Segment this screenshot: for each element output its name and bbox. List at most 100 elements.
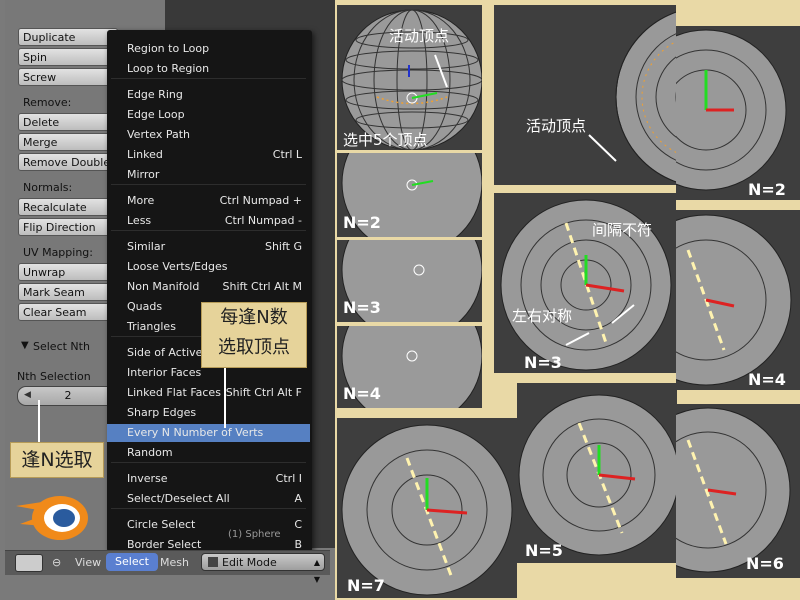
collapse-triangle-icon[interactable]: ▼ (21, 340, 29, 351)
menu-item-non-manifold[interactable]: Non Manifold Shift Ctrl Alt M (107, 278, 310, 296)
tile-top-n4-right: N=4 (676, 210, 800, 390)
editor-type-button[interactable] (15, 554, 43, 572)
select-menu[interactable]: Select (106, 553, 158, 571)
uv-mapping-section-label: UV Mapping: (23, 246, 93, 259)
nth-selection-label: Nth Selection (17, 370, 91, 383)
menu-item-linked-flat-faces[interactable]: Linked Flat Faces Shift Ctrl Alt F (107, 384, 310, 402)
dropdown-arrow-icon: ▲ ▼ (313, 558, 320, 584)
menu-item-every-n-number-of-verts[interactable]: Every N Number of Verts (107, 424, 310, 442)
menu-item-region-to-loop[interactable]: Region to Loop (107, 40, 310, 58)
menu-item-label: Non Manifold (127, 280, 200, 293)
tile-top-n7: N=7 (337, 418, 517, 598)
every-n-menu-callout: 每逢N数 选取顶点 (201, 302, 307, 368)
menu-item-shortcut: Ctrl Numpad + (219, 194, 302, 207)
five-selected-label: 选中5个顶点 (343, 131, 428, 149)
menu-item-edge-ring[interactable]: Edge Ring (107, 86, 310, 104)
mesh-menu[interactable]: Mesh (160, 556, 189, 569)
menu-item-label: Quads (127, 300, 163, 313)
decrement-arrow-icon[interactable]: ◀ (24, 387, 31, 404)
tile-side-n4: N=4 (337, 326, 482, 408)
menu-item-label: Mirror (127, 168, 160, 181)
flip-direction-button[interactable]: Flip Direction (18, 218, 118, 236)
menu-item-vertex-path[interactable]: Vertex Path (107, 126, 310, 144)
sphere-top-icon (518, 394, 677, 556)
menu-item-loop-to-region[interactable]: Loop to Region (107, 60, 310, 78)
menu-item-linked[interactable]: Linked Ctrl L (107, 146, 310, 164)
symmetric-label: 左右对称 (512, 307, 573, 325)
menu-item-shortcut: Ctrl I (275, 472, 302, 485)
n3-label: N=3 (343, 298, 381, 317)
delete-button[interactable]: Delete (18, 113, 118, 131)
n4-label: N=4 (343, 384, 381, 403)
menu-item-shortcut: Shift Ctrl Alt F (225, 386, 302, 399)
merge-button[interactable]: Merge (18, 133, 118, 151)
unwrap-button[interactable]: Unwrap (18, 263, 118, 281)
tile-top-n5: N=5 (517, 383, 677, 563)
tile-top-n6-right: N=6 (676, 404, 800, 578)
nth-selection-field[interactable]: ◀ 2 (17, 386, 119, 406)
mode-label: Edit Mode (222, 556, 277, 569)
remove-doubles-button[interactable]: Remove Doubles (18, 153, 118, 171)
screw-button[interactable]: Screw (18, 68, 118, 86)
callout-line-1: 每逢N数 (220, 307, 288, 328)
blender-logo-icon (16, 496, 88, 540)
menu-item-label: Every N Number of Verts (127, 426, 264, 439)
sphere-top-icon (588, 11, 676, 183)
menu-item-label: Linked Flat Faces (127, 386, 221, 399)
callout-line-2: 选取顶点 (218, 337, 290, 358)
remove-section-label: Remove: (23, 96, 72, 109)
duplicate-button[interactable]: Duplicate (18, 28, 118, 46)
menu-item-label: Edge Loop (127, 108, 185, 121)
blender-left-panel: Duplicate Spin Screw Remove: Delete Merg… (0, 0, 335, 600)
callout-pointer-line (38, 400, 40, 444)
menu-item-random[interactable]: Random (107, 444, 310, 462)
edit-mode-icon (208, 557, 218, 567)
view-menu[interactable]: View (75, 556, 101, 569)
spin-button[interactable]: Spin (18, 48, 118, 66)
menu-item-label: Loop to Region (127, 62, 210, 75)
n2-label-right: N=2 (748, 180, 786, 199)
menu-item-label: Vertex Path (127, 128, 191, 141)
clear-seam-button[interactable]: Clear Seam (18, 303, 118, 321)
normals-section-label: Normals: (23, 181, 73, 194)
n5-label: N=5 (525, 541, 563, 560)
menu-item-more[interactable]: More Ctrl Numpad + (107, 192, 310, 210)
mark-seam-button[interactable]: Mark Seam (18, 283, 118, 301)
tile-side-n2: N=2 (337, 153, 482, 237)
menu-item-shortcut: Shift G (264, 240, 302, 253)
menu-item-mirror[interactable]: Mirror (107, 166, 310, 184)
menu-item-shortcut: Shift Ctrl Alt M (222, 280, 302, 293)
recalculate-button[interactable]: Recalculate (18, 198, 118, 216)
tile-side-n3: N=3 (337, 240, 482, 322)
menu-item-edge-loop[interactable]: Edge Loop (107, 106, 310, 124)
menu-item-label: Random (127, 446, 173, 459)
tile-top-n3: 间隔不符 左右对称 N=3 (494, 193, 676, 373)
menu-item-sharp-edges[interactable]: Sharp Edges (107, 404, 310, 422)
n4-label-right: N=4 (748, 370, 786, 389)
active-vertex-label: 活动顶点 (389, 27, 450, 45)
select-nth-header[interactable]: Select Nth (33, 340, 90, 353)
menu-item-loose-verts-edges[interactable]: Loose Verts/Edges (107, 258, 310, 276)
header-bar: ⊖ View Select Mesh Edit Mode ▲ ▼ (5, 550, 330, 584)
menu-toggle-icon[interactable]: ⊖ (52, 556, 61, 569)
menu-item-label: Triangles (127, 320, 176, 333)
menu-item-label: Select/Deselect All (127, 492, 230, 505)
menu-item-shortcut: C (294, 518, 302, 531)
menu-item-label: Side of Active (127, 346, 203, 359)
tile-top-n2: 活动顶点 (494, 5, 676, 185)
sphere-top-icon (341, 424, 513, 596)
tile-side-5-selected: 活动顶点 选中5个顶点 (337, 5, 482, 150)
menu-item-label: Less (127, 214, 152, 227)
menu-separator (111, 184, 306, 185)
menu-item-inverse[interactable]: Inverse Ctrl I (107, 470, 310, 488)
menu-item-shortcut: Ctrl Numpad - (224, 214, 302, 227)
menu-item-shortcut: Ctrl L (272, 148, 302, 161)
menu-item-label: Edge Ring (127, 88, 183, 101)
mode-selector[interactable]: Edit Mode ▲ ▼ (201, 553, 325, 584)
menu-item-less[interactable]: Less Ctrl Numpad - (107, 212, 310, 230)
menu-item-similar[interactable]: Similar Shift G (107, 238, 310, 256)
menu-item-select-deselect-all[interactable]: Select/Deselect All A (107, 490, 310, 508)
n6-label: N=6 (746, 554, 784, 573)
sphere-partial-icon (676, 214, 792, 386)
menu-item-label: Similar (127, 240, 166, 253)
